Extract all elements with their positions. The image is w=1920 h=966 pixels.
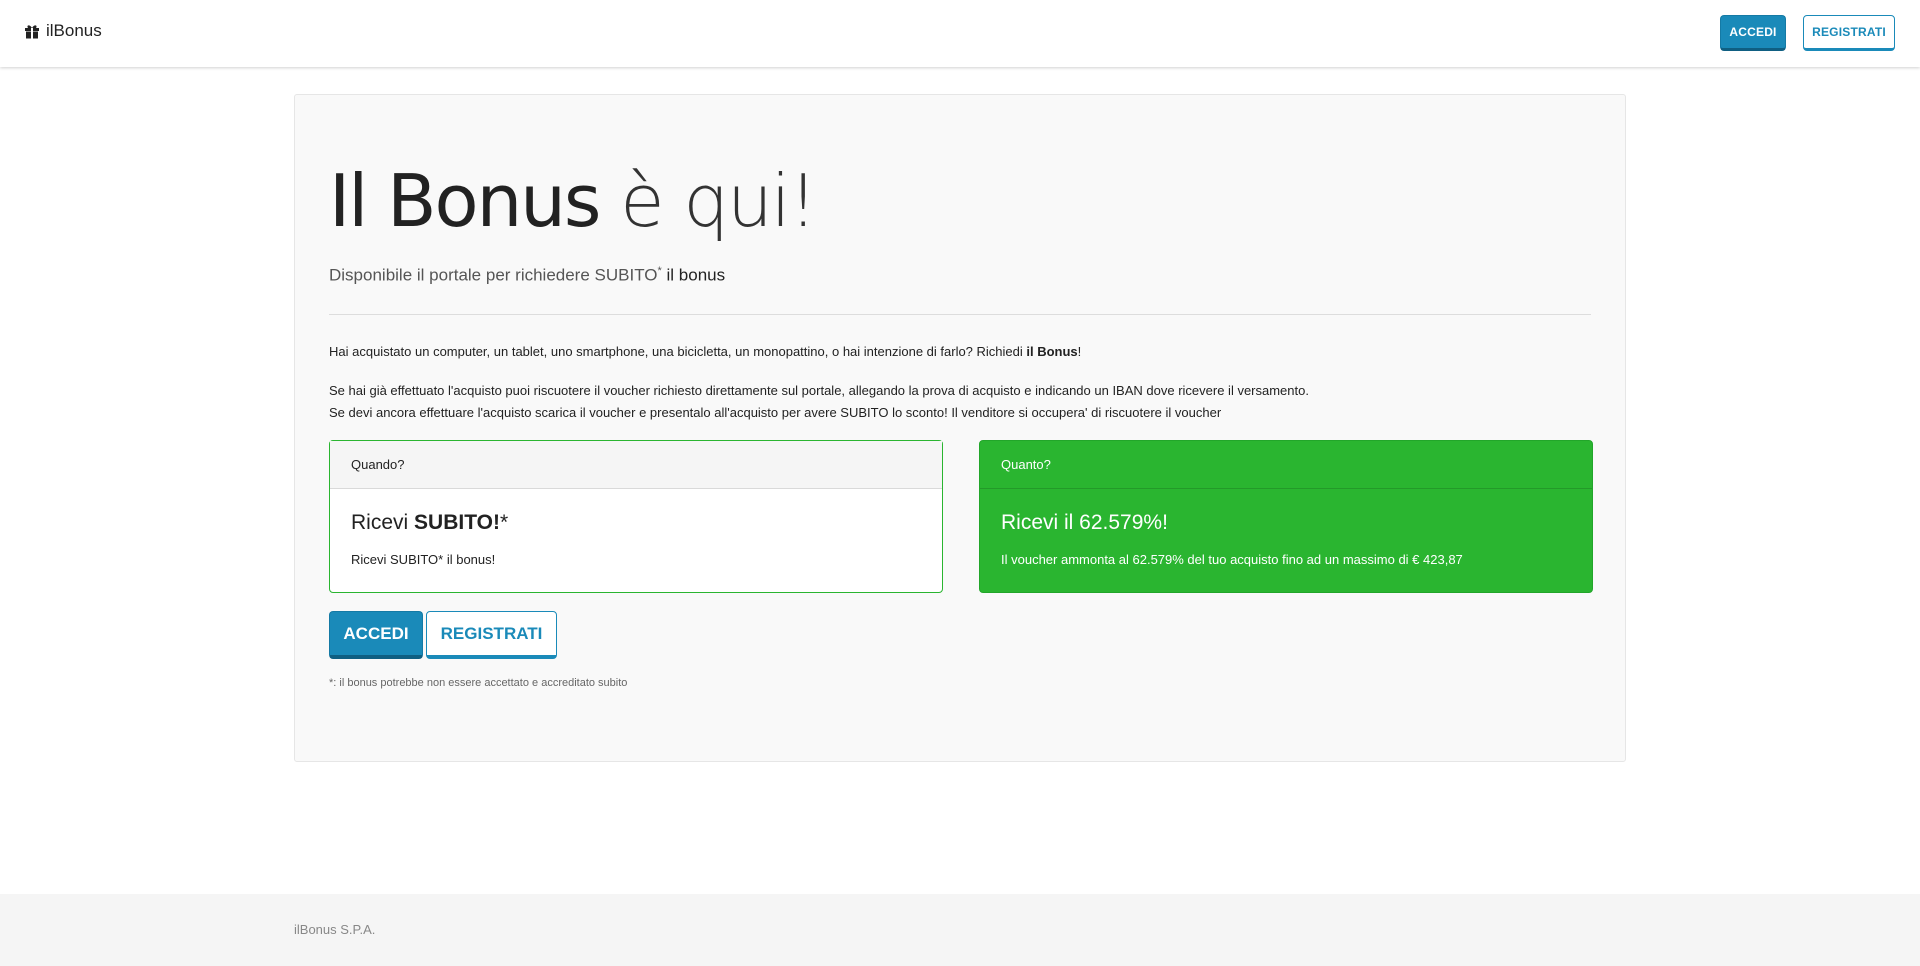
login-button[interactable]: ACCEDI xyxy=(329,611,423,659)
card-how-much-text: Il voucher ammonta al 62.579% del tuo ac… xyxy=(1001,552,1463,567)
intro-text: Hai acquistato un computer, un tablet, u… xyxy=(329,344,1027,359)
brand-link[interactable]: ilBonus xyxy=(24,21,102,41)
page-title: Il Bonus è qui! xyxy=(329,165,818,237)
nav-register-button[interactable]: REGISTRATI xyxy=(1803,15,1895,51)
card-how-much-title: Ricevi il 62.579%! xyxy=(1001,511,1168,534)
card-when-title-strong: SUBITO! xyxy=(414,511,500,534)
intro-strong: il Bonus xyxy=(1026,344,1078,359)
footer-company: ilBonus S.P.A. xyxy=(294,922,376,937)
card-when-header: Quando? xyxy=(330,441,942,489)
jumbotron: Il Bonus è qui! Disponibile il portale p… xyxy=(294,94,1626,762)
footnote: *: il bonus potrebbe non essere accettat… xyxy=(329,677,628,689)
not-purchased-paragraph: Se devi ancora effettuare l'acquisto sca… xyxy=(329,405,1222,420)
lead-strong: il bonus xyxy=(666,265,726,285)
intro-end: ! xyxy=(1077,344,1082,359)
card-when-title-asterisk: * xyxy=(499,511,509,534)
lead-text: Disponibile il portale per richiedere SU… xyxy=(329,265,725,286)
register-button[interactable]: REGISTRATI xyxy=(426,611,557,659)
page-title-main: Il Bonus xyxy=(329,159,601,243)
nav-login-button[interactable]: ACCEDI xyxy=(1720,15,1786,51)
top-navbar: ilBonus ACCEDI REGISTRATI xyxy=(0,0,1920,67)
card-when-title-prefix: Ricevi xyxy=(351,511,415,534)
intro-paragraph: Hai acquistato un computer, un tablet, u… xyxy=(329,341,1081,363)
lead-prefix: Disponibile il portale per richiedere SU… xyxy=(329,265,658,285)
footer: ilBonus S.P.A. xyxy=(0,894,1920,966)
divider xyxy=(329,314,1591,315)
gift-icon xyxy=(25,25,39,39)
card-when: Quando? Ricevi SUBITO!* Ricevi SUBITO* i… xyxy=(329,440,943,593)
purchased-paragraph: Se hai già effettuato l'acquisto puoi ri… xyxy=(329,383,1309,398)
lead-asterisk: * xyxy=(657,265,662,277)
card-when-title: Ricevi SUBITO!* xyxy=(351,511,508,535)
card-how-much: Quanto? Ricevi il 62.579%! Il voucher am… xyxy=(979,440,1593,593)
page-title-light: è qui! xyxy=(620,159,817,243)
brand-name: ilBonus xyxy=(46,21,102,40)
card-when-text: Ricevi SUBITO* il bonus! xyxy=(351,552,496,567)
card-how-much-header: Quanto? xyxy=(980,441,1592,489)
